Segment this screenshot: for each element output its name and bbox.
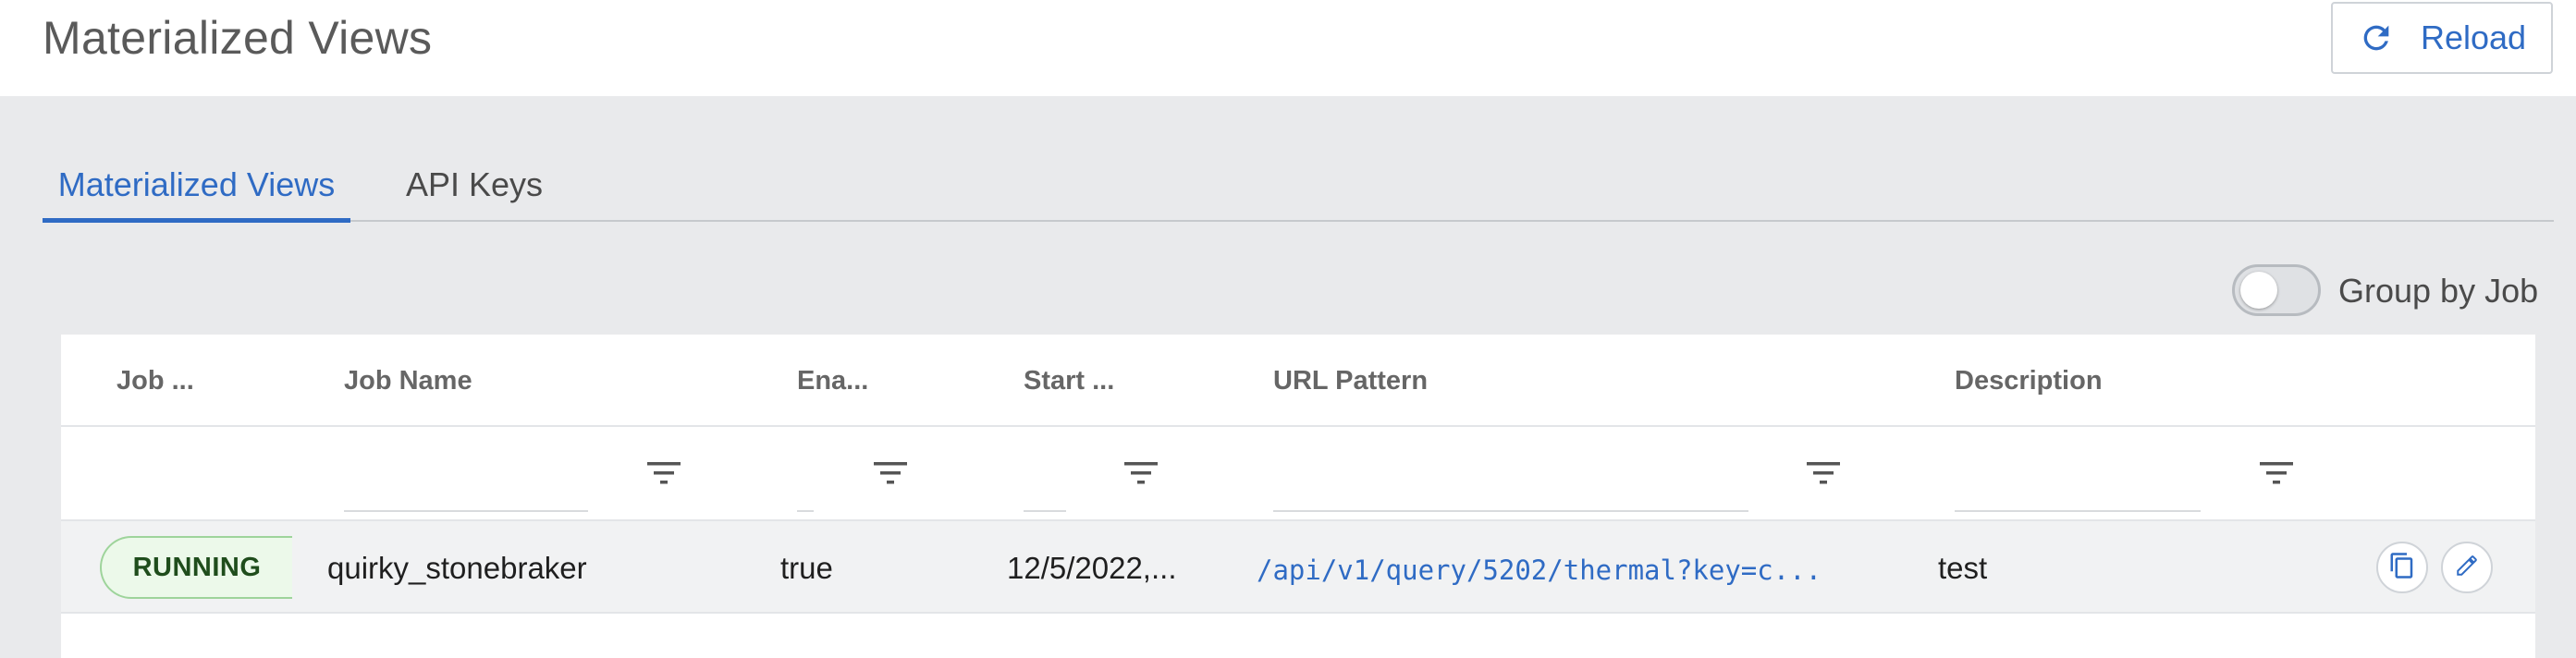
table-header-row: Job ... Job Name Ena... Start ... URL Pa… [61, 335, 2535, 427]
filter-icon[interactable] [1122, 458, 1159, 488]
job-name-filter-input[interactable] [344, 510, 588, 512]
start-filter-input[interactable] [1024, 510, 1066, 512]
reload-button[interactable]: Reload [2331, 2, 2553, 74]
enabled-cell: true [780, 551, 833, 585]
reload-label: Reload [2420, 18, 2527, 56]
refresh-icon [2358, 19, 2395, 56]
column-header-description[interactable]: Description [1955, 366, 2103, 396]
column-header-job-status[interactable]: Job ... [117, 366, 194, 396]
tab-materialized-views[interactable]: Materialized Views [43, 148, 350, 223]
copy-button[interactable] [2376, 542, 2428, 593]
column-header-start[interactable]: Start ... [1024, 366, 1114, 396]
filter-icon[interactable] [872, 458, 909, 488]
toggle-knob [2240, 272, 2277, 309]
group-by-job-toggle[interactable] [2232, 264, 2321, 316]
column-header-url-pattern[interactable]: URL Pattern [1273, 366, 1428, 396]
start-cell: 12/5/2022,... [1007, 551, 1177, 585]
page-header: Materialized Views Reload [0, 0, 2576, 96]
group-by-job-label: Group by Job [2338, 272, 2539, 310]
table-filter-row [61, 427, 2535, 521]
filter-icon[interactable] [2258, 458, 2295, 488]
description-cell: test [1938, 551, 1988, 585]
url-pattern-link[interactable]: /api/v1/query/5202/thermal?key=c... [1257, 554, 1822, 586]
url-pattern-filter-input[interactable] [1273, 510, 1748, 512]
filter-icon[interactable] [1805, 458, 1842, 488]
edit-button[interactable] [2441, 542, 2493, 593]
view-tabs: Materialized Views API Keys [43, 148, 2554, 223]
table-row[interactable]: RUNNING quirky_stonebraker true 12/5/202… [61, 521, 2535, 614]
enabled-filter-input-left[interactable] [797, 510, 814, 512]
tab-api-keys[interactable]: API Keys [406, 148, 543, 222]
column-header-enabled[interactable]: Ena... [797, 366, 868, 396]
column-header-job-name[interactable]: Job Name [344, 366, 472, 396]
status-badge: RUNNING [100, 536, 292, 599]
filter-icon[interactable] [645, 458, 682, 488]
copy-icon [2388, 552, 2416, 584]
job-name-cell: quirky_stonebraker [327, 551, 587, 585]
description-filter-input[interactable] [1955, 510, 2201, 512]
page-title: Materialized Views [43, 12, 433, 64]
materialized-views-table: Job ... Job Name Ena... Start ... URL Pa… [61, 335, 2535, 658]
edit-icon [2455, 554, 2479, 582]
